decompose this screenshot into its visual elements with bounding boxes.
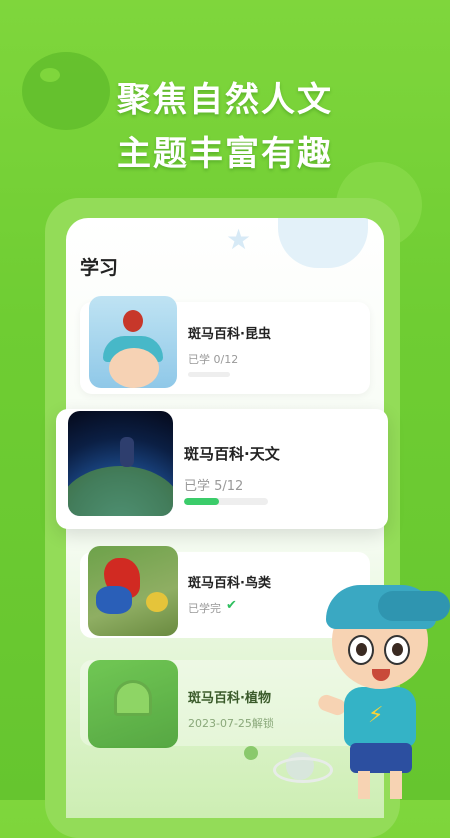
course-thumbnail-astronomy: [68, 411, 173, 516]
ant-figure: [120, 437, 134, 467]
small-bird: [146, 592, 168, 612]
course-progress-text: 已学 5/12: [184, 479, 244, 494]
mascot-leg-right: [390, 771, 402, 799]
course-name: 斑马百科·植物: [188, 691, 271, 706]
course-name: 斑马百科·昆虫: [188, 327, 271, 342]
star-icon: ★: [226, 223, 252, 256]
course-progress-text: 已学 0/12: [188, 353, 239, 366]
course-thumbnail-plants: [88, 660, 178, 748]
course-card-insects[interactable]: 斑马百科·昆虫 已学 0/12: [80, 296, 370, 394]
hero-title-line2: 主题丰富有趣: [117, 134, 333, 174]
progress-fill: [184, 498, 219, 505]
check-icon: ✔: [226, 598, 237, 613]
course-name: 斑马百科·鸟类: [188, 576, 271, 591]
earth-land: [68, 466, 173, 516]
hero-title-line1: 聚焦自然人文: [117, 80, 333, 120]
beetle-icon: [123, 310, 143, 332]
flytrap-icon: [114, 680, 152, 716]
course-progress-bar: [184, 498, 268, 505]
mascot-eye-left: [348, 635, 374, 665]
section-title-study: 学习: [80, 257, 119, 279]
mascot-eye-right: [384, 635, 410, 665]
course-thumbnail-insects: [89, 296, 177, 388]
course-unlock-date: 2023-07-25解锁: [188, 717, 274, 730]
kid-face: [109, 348, 159, 388]
course-card-astronomy[interactable]: 斑马百科·天文 已学 5/12: [56, 409, 388, 529]
course-thumbnail-birds: [88, 546, 178, 636]
mascot-shorts: [350, 743, 412, 773]
mascot-boy: ⚡: [316, 585, 450, 800]
decor-dot: [244, 746, 258, 760]
mascot-leg-left: [358, 771, 370, 799]
course-progress-bar: [188, 372, 230, 377]
parrot-wing: [96, 586, 132, 614]
course-progress-text: 已学完: [188, 602, 221, 615]
mascot-cap-brim: [378, 591, 450, 621]
course-name: 斑马百科·天文: [184, 445, 280, 463]
lightning-bolt-icon: ⚡: [368, 703, 384, 728]
decor-ufo: [278, 218, 368, 268]
